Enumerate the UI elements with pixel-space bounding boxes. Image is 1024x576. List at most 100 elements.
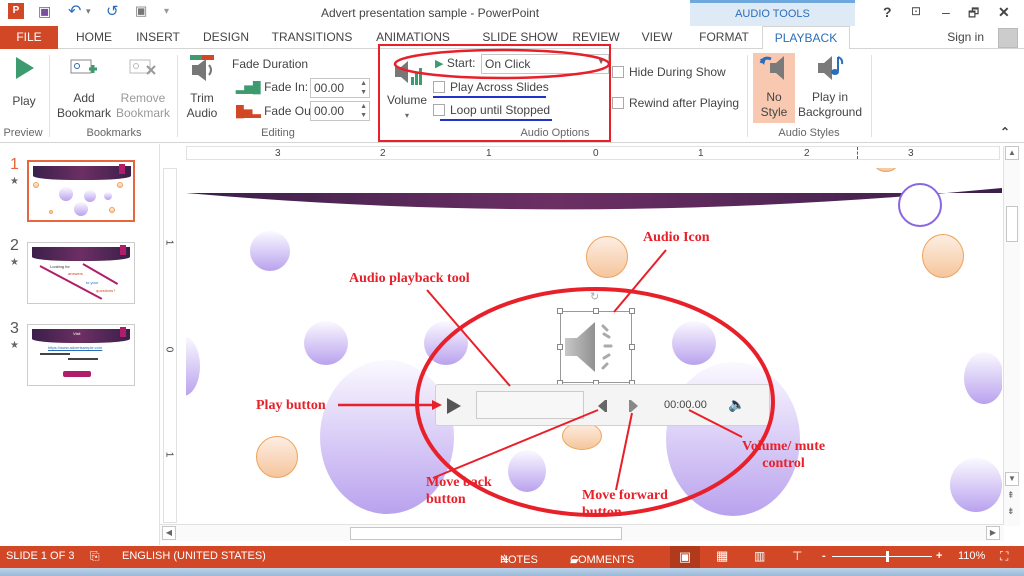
vertical-ruler[interactable]: 1 0 1 [163,168,177,523]
tab-home[interactable]: HOME [68,26,120,49]
ribbon-display-options-icon[interactable]: ⊡ [911,4,921,18]
play-preview-button[interactable]: Play [6,55,42,109]
move-back-button[interactable] [596,399,608,413]
slide-count[interactable]: SLIDE 1 OF 3 [6,550,74,562]
slide-thumbnail-2[interactable]: Looking for answers to your questions? [27,242,135,304]
zoom-slider-thumb[interactable] [886,551,889,562]
horizontal-scrollbar[interactable]: ◀ ▶ [160,524,1004,541]
close-icon[interactable]: ✕ [998,4,1010,21]
minimize-icon[interactable]: – [942,4,950,20]
fade-in-icon: ▂▅█ [236,82,261,94]
tab-format[interactable]: FORMAT [692,26,756,49]
scroll-right-button[interactable]: ▶ [986,526,1000,540]
hide-during-show-checkbox[interactable]: Hide During Show [612,65,726,79]
next-slide-icon[interactable]: ⇟ [1007,506,1015,517]
volume-dropdown-button[interactable]: Volume ▾ [384,57,430,123]
fit-to-window-icon[interactable]: ⛶ [1000,549,1008,564]
spell-check-icon[interactable]: ⎘ [90,549,100,564]
animation-star-icon: ★ [10,176,19,187]
scroll-left-button[interactable]: ◀ [162,526,176,540]
restore-icon[interactable]: 🗗 [968,4,979,25]
resize-handle[interactable] [629,308,635,314]
playback-timeline[interactable] [476,391,584,419]
tab-design[interactable]: DESIGN [196,26,256,49]
tab-insert[interactable]: INSERT [130,26,186,49]
rewind-after-playing-checkbox[interactable]: Rewind after Playing [612,96,739,110]
collapse-ribbon-icon[interactable]: ⌃ [1000,125,1010,139]
fade-in-spinner[interactable]: 00.00 ▲ ▼ [310,78,370,98]
checkbox-box[interactable] [433,104,445,116]
zoom-slider[interactable] [832,551,932,562]
editing-group-label: Editing [261,127,295,139]
annotation-move-back: Move back button [426,474,492,508]
thumbnail-text: https://www.advertsample.com [48,345,103,350]
loop-until-stopped-checkbox[interactable]: Loop until Stopped [433,103,550,117]
trim-audio-button[interactable]: Trim Audio [182,53,222,121]
start-label: ▶ Start: [435,56,476,70]
play-in-background-button[interactable]: Play in Background [796,53,864,120]
tab-transitions[interactable]: TRANSITIONS [266,26,358,49]
fade-out-icon: █▅▂ [236,106,261,118]
scroll-thumb[interactable] [350,527,622,540]
thumbnail-text: Visit [73,331,81,336]
horizontal-ruler[interactable]: 3 2 1 0 1 2 3 [186,146,1000,160]
add-bookmark-icon [70,59,97,74]
slide-sorter-view-button[interactable]: ▦ [716,548,728,564]
audio-icon-object[interactable] [560,311,632,383]
move-forward-button[interactable] [628,399,640,413]
reading-view-button[interactable]: ▥ [754,549,765,563]
previous-slide-icon[interactable]: ⇞ [1007,490,1015,501]
help-icon[interactable]: ? [883,4,892,20]
slide-thumbnail-pane: 1 ★ 2 ★ Looking for answers to your ques… [0,144,160,545]
slide-thumbnail-1[interactable] [27,160,135,222]
checkbox-box[interactable] [433,81,445,93]
resize-handle[interactable] [593,308,599,314]
spinner-arrows-icon[interactable]: ▲ ▼ [360,79,367,97]
resize-handle[interactable] [557,308,563,314]
language[interactable]: ENGLISH (UNITED STATES) [122,550,266,562]
volume-icon [395,61,422,85]
annotation-line: Volume/ mute [742,439,826,454]
remove-bookmark-icon [129,59,156,75]
decorative-bubble [508,450,546,492]
no-style-button[interactable]: No Style [753,53,795,123]
user-avatar-icon[interactable] [998,28,1018,48]
slide-thumbnail-3[interactable]: Visit https://www.advertsample.com [27,324,135,386]
annotation-volume: Volume/ mute control [742,438,825,472]
annotation-move-forward: Move forward button [582,487,668,521]
no-style-label-2: Style [760,105,788,119]
tab-view[interactable]: VIEW [636,26,678,49]
zoom-level[interactable]: 110% [958,550,985,562]
normal-view-button[interactable]: ▣ [670,546,700,568]
volume-mute-button[interactable]: 🔈 [728,396,745,413]
zoom-out-button[interactable]: - [822,550,826,562]
start-select[interactable]: On Click ▼ [481,54,609,74]
rotate-handle-icon[interactable]: ↻ [590,290,599,303]
remove-bookmark-button[interactable]: Remove Bookmark [114,57,172,121]
player-play-button[interactable] [446,397,462,415]
tab-playback[interactable]: PLAYBACK [762,26,850,50]
ruler-label: 2 [804,148,810,159]
fade-out-value: 00.00 [314,104,345,118]
spinner-arrows-icon[interactable]: ▲ ▼ [360,102,367,120]
decorative-bubble [964,352,1002,404]
checkbox-box[interactable] [612,66,624,78]
play-icon [16,57,34,79]
checkbox-box[interactable] [612,97,624,109]
thumbnail-number: 2 [10,237,19,254]
tab-file[interactable]: FILE [0,26,58,49]
sign-in-link[interactable]: Sign in [947,30,984,44]
play-across-slides-checkbox[interactable]: Play Across Slides [433,80,549,94]
scroll-up-button[interactable]: ▲ [1005,146,1019,160]
fade-out-spinner[interactable]: 00.00 ▲ ▼ [310,101,370,121]
slide-show-view-button[interactable]: ⊤ [792,549,802,563]
resize-handle[interactable] [557,344,563,350]
add-bookmark-button[interactable]: Add Bookmark [56,57,112,121]
volume-label: Volume [386,93,428,107]
scroll-down-button[interactable]: ▼ [1005,472,1019,486]
vertical-scrollbar[interactable]: ▲ ▼ ⇞ ⇟ [1003,146,1020,526]
remove-bookmark-label-1: Remove [120,91,166,105]
zoom-in-button[interactable]: + [936,550,942,562]
resize-handle[interactable] [629,344,635,350]
scroll-thumb[interactable] [1006,206,1018,242]
